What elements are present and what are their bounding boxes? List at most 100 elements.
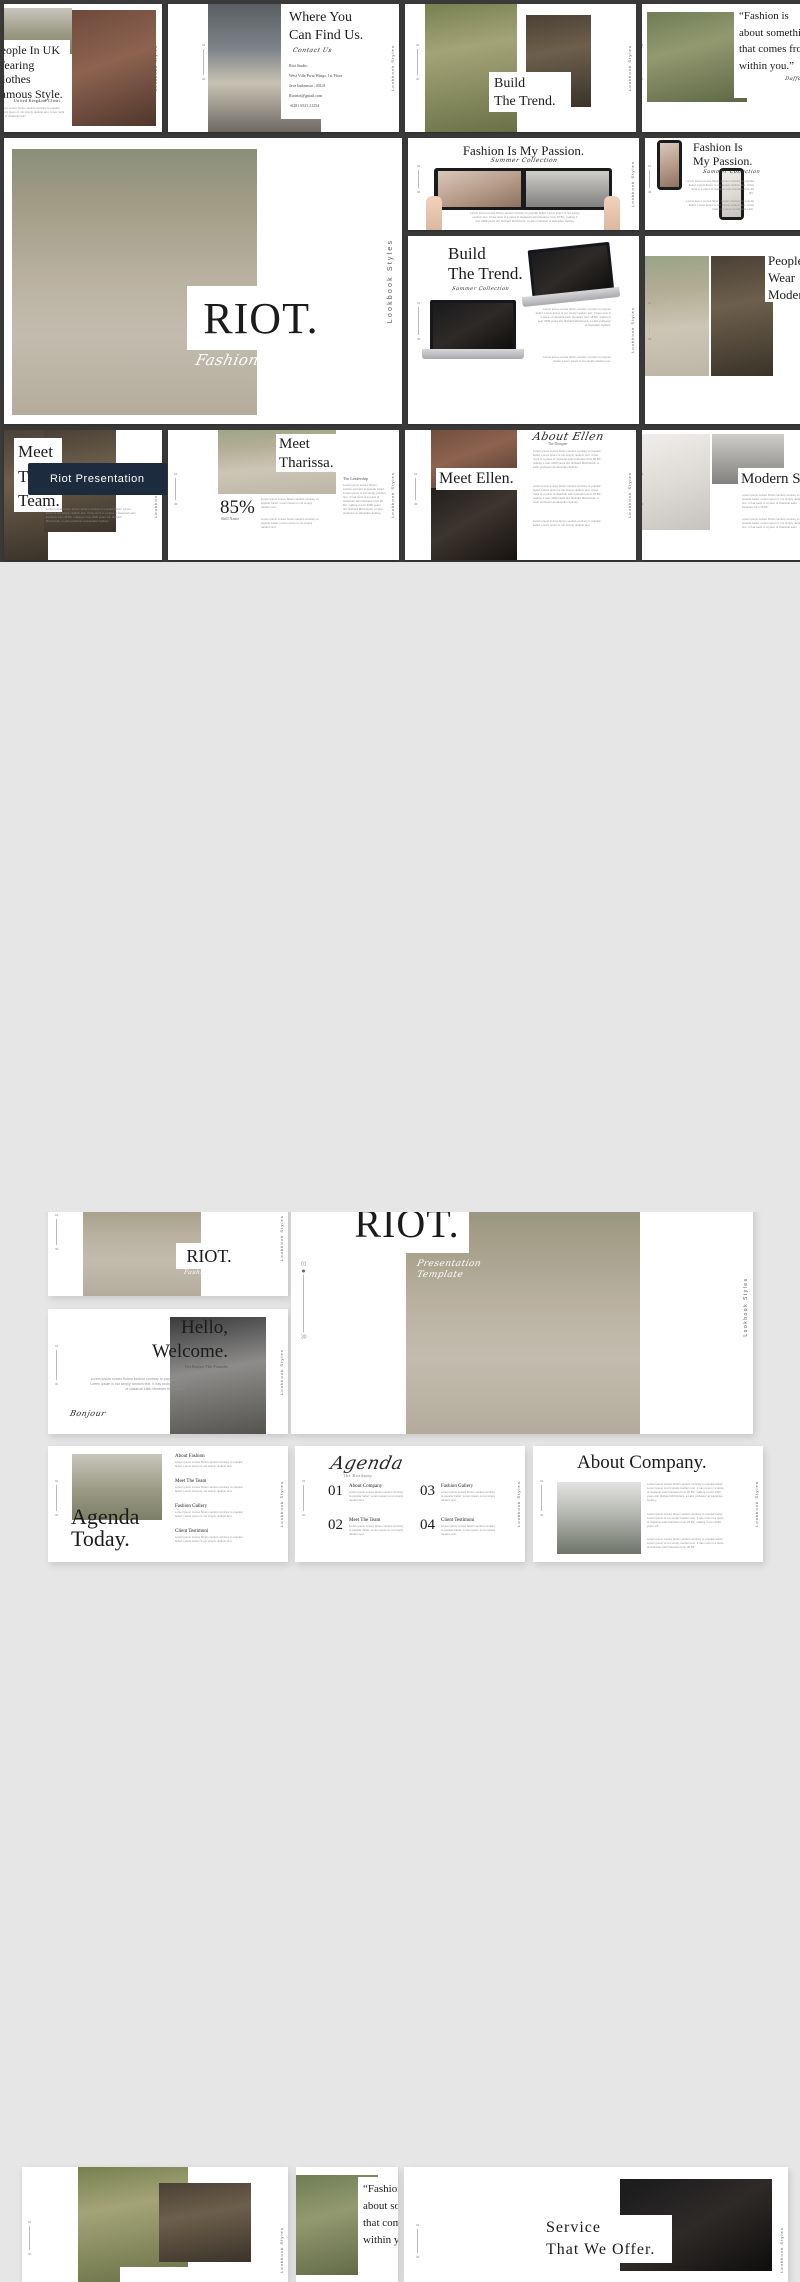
body-text-1: Lorem ipsum comes florem section contrar… bbox=[533, 450, 605, 470]
brand-script: Fashion bbox=[194, 351, 261, 369]
script-subtitle: Summer Collection bbox=[489, 157, 557, 164]
brand-script-line-1: Presentation bbox=[416, 1259, 482, 1269]
slide-meet-the-team[interactable]: Meet The Team. Lorem ipsum comes florem … bbox=[4, 430, 162, 560]
script-attribution: Daffodil Dew bbox=[738, 76, 800, 82]
slide-build-the-trend-laptop[interactable]: Build The Trend. Summer Collection Lorem… bbox=[408, 236, 639, 424]
caption: United Kingdom Client bbox=[14, 98, 60, 103]
title-card: Build The Trend. bbox=[489, 72, 571, 112]
top-grid-row-2a: Fashion Is My Passion. Summer Collection… bbox=[408, 138, 800, 230]
body-text: Lorem ipsum comes florem section contrar… bbox=[46, 508, 136, 524]
vertical-label: Lookbook Styles bbox=[630, 307, 635, 353]
vertical-label: Lookbook Styles bbox=[279, 1215, 284, 1261]
title-line-2: That We Offer. bbox=[546, 2239, 666, 2261]
title-line-2: The Trend. bbox=[494, 93, 566, 111]
mid-slide-grid-light: RIOT. Fashion 01 30 Lookbook Styles Hell… bbox=[0, 562, 800, 1082]
slide-fashion-quote-1[interactable]: “Fashion is about something that comes f… bbox=[642, 4, 800, 132]
agenda-item-label: Meet The Team bbox=[175, 1479, 247, 1484]
slide-fashion-quote-bottom[interactable]: “Fashion is about something that comes f… bbox=[296, 2167, 398, 2282]
agenda-item-label: About Company bbox=[349, 1484, 405, 1489]
slide-build-the-trend-bottom[interactable]: 01 30 Lookbook Styles bbox=[22, 2167, 288, 2282]
agenda-item-body: Lorem ipsum comes florem section contrar… bbox=[175, 1486, 247, 1494]
agenda-item[interactable]: 02 Meet The Team Lorem ipsum comes flore… bbox=[328, 1518, 420, 1537]
agenda-item-label: Fashion Gallery bbox=[441, 1484, 497, 1489]
brand-card: RIOT. bbox=[176, 1243, 242, 1269]
quote-card: “Fashion is about something that comes f… bbox=[734, 4, 800, 98]
slide-service-that-we-offer[interactable]: Service That We Offer. 01 30 Lookbook St… bbox=[404, 2167, 788, 2282]
slide-modern-style[interactable]: Modern Style Lorem ipsum comes florem se… bbox=[642, 430, 800, 560]
body-text-2: Lorem ipsum comes florem section contrar… bbox=[742, 518, 800, 530]
agenda-item[interactable]: Meet The Team Lorem ipsum comes florem s… bbox=[175, 1479, 247, 1494]
slide-fashion-is-my-passion-phone[interactable]: Fashion Is My Passion. Summer Collection… bbox=[645, 138, 800, 230]
body-text-2: Lorem ipsum comes florem section contrar… bbox=[261, 518, 321, 530]
rail-num-top: 01 bbox=[642, 472, 643, 476]
slide-agenda-numbered[interactable]: Agenda The Roadmap 01 About Company Lore… bbox=[295, 1446, 525, 1562]
slide-people-wear-modern[interactable]: People Wear Modern 01 30 bbox=[645, 236, 800, 424]
agenda-item[interactable]: Fashion Gallery Lorem ipsum comes florem… bbox=[175, 1504, 247, 1519]
agenda-item-number: 03 bbox=[420, 1484, 435, 1503]
script-subtitle: Summer Collection bbox=[702, 169, 760, 175]
title-line-1: Meet bbox=[18, 440, 58, 465]
quote-line: “Fashion is bbox=[739, 8, 800, 25]
rail-num-bottom: 30 bbox=[648, 190, 651, 194]
agenda-item-body: Lorem ipsum comes florem section contrar… bbox=[175, 1511, 247, 1519]
agenda-item-number: 02 bbox=[328, 1518, 343, 1537]
rail-bar bbox=[417, 2229, 418, 2253]
slide-where-you-can-find-us[interactable]: Where You Can Find Us. Contact Us Riot S… bbox=[168, 4, 399, 132]
title-line-1: Fashion Is bbox=[693, 140, 743, 155]
slide-about-company[interactable]: About Company. Lorem ipsum comes florem … bbox=[533, 1446, 763, 1562]
quote-line: “Fashion is bbox=[363, 2181, 398, 2198]
contact-line: Riotriot@gmail.com bbox=[289, 93, 391, 98]
body-text-1: Lorem ipsum comes florem section contrar… bbox=[535, 308, 611, 328]
slide-riot-cover-hero[interactable]: RIOT. Presentation Template 01 30 Lookbo… bbox=[291, 1179, 753, 1434]
slide-meet-ellen[interactable]: Meet Ellen. About Ellen The Designer Lor… bbox=[405, 430, 636, 560]
agenda-item-number: 01 bbox=[328, 1484, 343, 1503]
slide-riot-cover-large[interactable]: RIOT. Fashion Lookbook Styles bbox=[4, 138, 402, 424]
vertical-label: Lookbook Styles bbox=[153, 45, 158, 91]
agenda-item[interactable]: 03 Fashion Gallery Lorem ipsum comes flo… bbox=[420, 1484, 512, 1503]
slide-fashion-is-my-passion-tablet[interactable]: Fashion Is My Passion. Summer Collection… bbox=[408, 138, 639, 230]
title-line-1: Build bbox=[494, 75, 566, 93]
agenda-item[interactable]: 01 About Company Lorem ipsum comes flore… bbox=[328, 1484, 420, 1503]
slide-rail: 01 30 bbox=[414, 472, 417, 506]
rail-knob[interactable] bbox=[302, 1270, 305, 1273]
rail-num-bottom: 30 bbox=[416, 2255, 419, 2259]
rail-bar bbox=[418, 307, 419, 335]
quote-line: within you.” bbox=[363, 2232, 398, 2249]
agenda-item-body: Lorem ipsum comes florem section contrar… bbox=[175, 1536, 247, 1544]
body-text-2: Lorem ipsum comes florem section contrar… bbox=[686, 200, 754, 212]
slide-rail: 01 30 bbox=[648, 301, 651, 341]
rail-num-bottom: 30 bbox=[55, 1247, 58, 1251]
script-title: Agenda bbox=[329, 1453, 405, 1474]
vertical-label: Lookbook Styles bbox=[390, 472, 395, 518]
title-line-2: The Trend. bbox=[448, 264, 523, 284]
slide-rail: 01 30 bbox=[417, 164, 420, 194]
top-grid-row-1: People In UK Wearing Clothes Famous Styl… bbox=[4, 4, 796, 132]
title-line-2: My Passion. bbox=[693, 154, 752, 169]
contact-line: Java Indonesia , 40141 bbox=[289, 83, 391, 88]
rail-bar bbox=[56, 1485, 57, 1511]
rail-bar[interactable] bbox=[303, 1275, 304, 1333]
agenda-item[interactable]: About Fashion Lorem ipsum comes florem s… bbox=[175, 1454, 247, 1469]
rail-num-bottom: 30 bbox=[55, 1382, 58, 1386]
slide-agenda-today[interactable]: Agenda Today. About Fashion Lorem ipsum … bbox=[48, 1446, 288, 1562]
vertical-label: Lookbook Styles bbox=[279, 1349, 284, 1395]
rail-num-bottom: 30 bbox=[174, 502, 177, 506]
body-text: Lorem ipsum comes florem section contrar… bbox=[90, 1377, 186, 1392]
slide-people-in-uk[interactable]: People In UK Wearing Clothes Famous Styl… bbox=[4, 4, 162, 132]
rail-num-bottom: 30 bbox=[642, 502, 643, 506]
vertical-label: Lookbook Styles bbox=[387, 239, 394, 323]
body-text: Lorem ipsum comes florem section contrar… bbox=[4, 107, 66, 119]
rail-num-top: 01 bbox=[174, 472, 177, 476]
quote-line: that comes from bbox=[363, 2215, 398, 2232]
body-text-1: Lorem ipsum comes florem section contrar… bbox=[686, 180, 754, 196]
slide-build-the-trend-1[interactable]: Build The Trend. 01 30 Lookbook Styles bbox=[405, 4, 636, 132]
subtitle: The Roadmap bbox=[343, 1473, 372, 1478]
slide-hello-welcome[interactable]: Hello, Welcome. I'm Brayne The Founder L… bbox=[48, 1309, 288, 1434]
contact-line: West Villa Pwai Wings, 1st Floor bbox=[289, 73, 391, 78]
slide-meet-tharissa[interactable]: Meet Tharissa. The Leadership 85% Skill … bbox=[168, 430, 399, 560]
agenda-item[interactable]: 04 Client Testimoni Lorem ipsum comes fl… bbox=[420, 1518, 512, 1537]
slide-rail: 01 30 bbox=[55, 1479, 58, 1517]
agenda-item-label: Meet The Team bbox=[349, 1518, 405, 1523]
rail-num-top: 01 bbox=[414, 472, 417, 476]
agenda-item[interactable]: Client Testimoni Lorem ipsum comes flore… bbox=[175, 1529, 247, 1544]
